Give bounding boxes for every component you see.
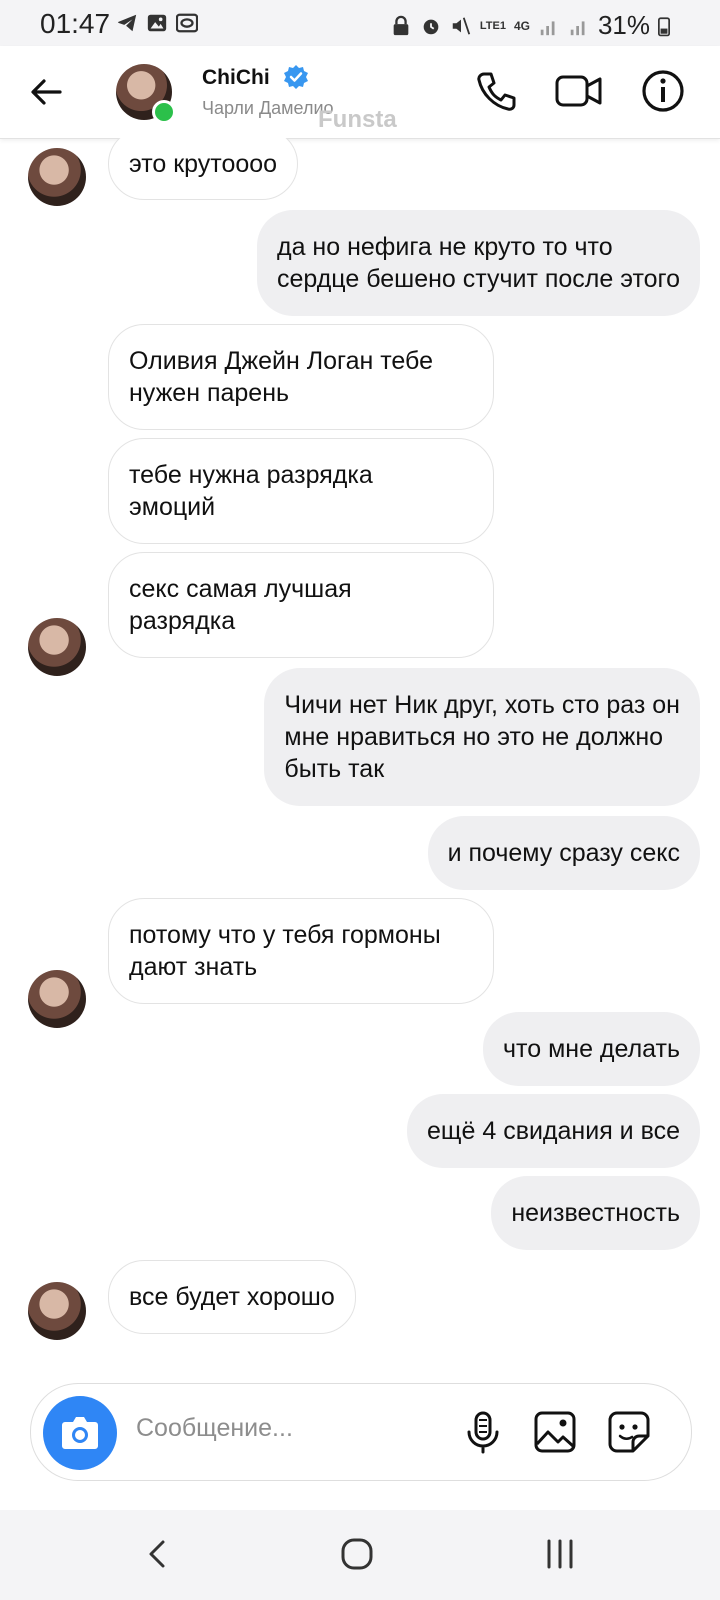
message-bubble-incoming[interactable]: потому что у тебя гормоны дают знать	[108, 898, 494, 1004]
contact-subtitle: Чарли Дамелио	[202, 98, 334, 118]
sticker-icon[interactable]	[605, 1408, 653, 1456]
app-notification-icon	[176, 13, 198, 33]
message-bubble-outgoing[interactable]: да но нефига не круто то что сердце беше…	[256, 210, 700, 316]
nav-recents-icon[interactable]	[540, 1534, 580, 1574]
gallery-notification-icon	[147, 14, 167, 32]
status-time: 01:47	[40, 8, 111, 39]
message-text: потому что у тебя гормоны дают знать	[129, 921, 441, 981]
watermark: Funsta	[318, 106, 397, 133]
message-text: да но нефига не круто то что сердце беше…	[276, 233, 680, 293]
sender-avatar[interactable]	[28, 618, 86, 676]
verified-badge-icon	[284, 65, 308, 89]
message-text: что мне делать	[503, 1035, 680, 1063]
sender-avatar[interactable]	[28, 1282, 86, 1340]
message-list[interactable]: это крутоооо да но нефига не круто то чт…	[0, 138, 720, 1360]
phone-icon[interactable]	[474, 68, 520, 114]
camera-icon	[62, 1417, 98, 1449]
message-text: ещё 4 свидания и все	[427, 1117, 680, 1145]
telegram-icon	[117, 14, 137, 32]
nav-back-icon[interactable]	[138, 1534, 178, 1574]
chat-header: ChiChi Чарли Дамелио Funsta	[0, 46, 720, 139]
contact-name[interactable]: ChiChi	[202, 66, 270, 90]
sender-avatar[interactable]	[28, 148, 86, 206]
gallery-icon[interactable]	[531, 1408, 579, 1456]
message-bubble-outgoing[interactable]: ещё 4 свидания и все	[407, 1094, 700, 1168]
nav-home-icon[interactable]	[337, 1534, 377, 1574]
message-bubble-incoming[interactable]: тебе нужна разрядка эмоций	[108, 438, 494, 544]
message-input[interactable]: Сообщение...	[136, 1414, 293, 1443]
system-nav-bar	[0, 1510, 720, 1600]
status-right: LTE1 4G 31%	[390, 10, 670, 41]
message-bubble-outgoing[interactable]: неизвестность	[491, 1176, 700, 1250]
battery-percent: 31%	[597, 10, 650, 40]
microphone-icon[interactable]	[459, 1408, 507, 1456]
alarm-icon	[423, 19, 439, 34]
message-bubble-outgoing[interactable]: что мне делать	[483, 1012, 700, 1086]
video-camera-icon[interactable]	[554, 68, 604, 114]
message-bubble-incoming[interactable]: это крутоооо	[108, 138, 299, 200]
camera-button[interactable]	[43, 1396, 117, 1470]
lte-label: LTE1	[479, 19, 506, 32]
message-text: тебе нужна разрядка эмоций	[129, 461, 373, 521]
battery-icon	[658, 16, 670, 36]
message-text: секс самая лучшая разрядка	[129, 575, 352, 635]
message-text: Оливия Джейн Логан тебе нужен парень	[129, 347, 433, 407]
network-label: 4G	[513, 18, 530, 33]
message-bubble-incoming[interactable]: все будет хорошо	[108, 1260, 356, 1334]
message-composer: Сообщение...	[30, 1383, 692, 1481]
message-bubble-outgoing[interactable]: и почему сразу секс	[427, 816, 700, 890]
status-bar: 01:47 LTE1 4G 31%	[0, 0, 720, 46]
sender-avatar[interactable]	[28, 970, 86, 1028]
message-text: неизвестность	[511, 1199, 680, 1227]
message-text: все будет хорошо	[129, 1283, 335, 1311]
mute-icon	[452, 16, 470, 35]
message-bubble-outgoing[interactable]: Чичи нет Ник друг, хоть сто раз он мне н…	[264, 668, 700, 806]
info-icon[interactable]	[640, 68, 686, 114]
lock-icon	[393, 15, 409, 35]
signal-2-icon	[570, 20, 585, 35]
online-indicator	[152, 100, 176, 124]
message-text: это крутоооо	[129, 150, 278, 178]
message-text: и почему сразу секс	[447, 839, 680, 867]
signal-icon	[540, 20, 555, 35]
message-bubble-incoming[interactable]: Оливия Джейн Логан тебе нужен парень	[108, 324, 494, 430]
message-bubble-incoming[interactable]: секс самая лучшая разрядка	[108, 552, 494, 658]
back-arrow-icon[interactable]	[28, 74, 64, 110]
notification-icons	[116, 12, 198, 34]
message-text: Чичи нет Ник друг, хоть сто раз он мне н…	[284, 691, 680, 783]
